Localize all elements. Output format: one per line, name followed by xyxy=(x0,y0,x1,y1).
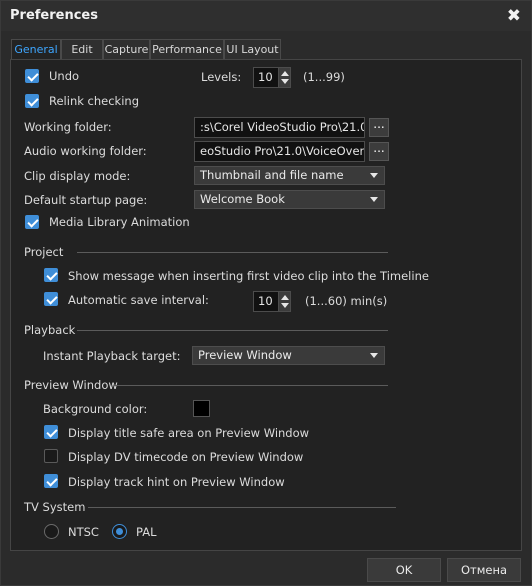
track-hint-checkbox[interactable] xyxy=(44,474,58,488)
spin-up-icon[interactable] xyxy=(281,71,289,76)
pal-label: PAL xyxy=(136,525,157,539)
working-folder-field[interactable]: :s\Corel VideoStudio Pro\21.0\ xyxy=(194,117,365,138)
section-divider xyxy=(77,252,388,253)
undo-checkbox[interactable] xyxy=(25,69,39,83)
working-folder-label: Working folder: xyxy=(24,120,112,134)
section-divider xyxy=(114,385,388,386)
audio-folder-browse-button[interactable]: ... xyxy=(369,142,389,161)
chevron-down-icon xyxy=(370,173,378,178)
levels-range: (1...99) xyxy=(303,70,345,84)
preferences-dialog: Preferences ✖ General Edit Capture Perfo… xyxy=(0,0,532,586)
section-divider xyxy=(88,507,396,508)
autosave-spinner[interactable] xyxy=(278,291,291,312)
spin-down-icon[interactable] xyxy=(281,79,289,84)
chevron-down-icon xyxy=(370,353,378,358)
clip-display-label: Clip display mode: xyxy=(24,169,131,183)
spin-down-icon[interactable] xyxy=(281,303,289,308)
show-message-label: Show message when inserting first video … xyxy=(68,269,429,283)
media-library-animation-label: Media Library Animation xyxy=(49,215,190,229)
project-section-title: Project xyxy=(24,245,64,259)
levels-spinner[interactable] xyxy=(278,67,291,88)
clip-display-select[interactable]: Thumbnail and file name xyxy=(194,166,385,185)
ntsc-label: NTSC xyxy=(68,525,99,539)
dv-timecode-checkbox[interactable] xyxy=(44,449,58,463)
title-safe-label: Display title safe area on Preview Windo… xyxy=(68,426,310,440)
tab-general[interactable]: General xyxy=(11,39,61,60)
autosave-value[interactable]: 10 xyxy=(253,291,279,312)
background-color-swatch[interactable] xyxy=(193,400,210,417)
instant-playback-label: Instant Playback target: xyxy=(43,349,181,363)
cancel-button[interactable]: Отмена xyxy=(447,558,521,582)
tv-system-section-title: TV System xyxy=(24,500,86,514)
ntsc-radio[interactable] xyxy=(44,524,59,539)
section-divider xyxy=(77,330,388,331)
startup-page-value: Welcome Book xyxy=(200,192,285,206)
autosave-checkbox[interactable] xyxy=(44,292,58,306)
levels-value[interactable]: 10 xyxy=(253,67,279,88)
chevron-down-icon xyxy=(370,197,378,202)
tab-performance[interactable]: Performance xyxy=(150,39,224,59)
media-library-animation-checkbox[interactable] xyxy=(25,215,39,229)
instant-playback-select[interactable]: Preview Window xyxy=(192,346,385,365)
relink-label: Relink checking xyxy=(49,94,139,108)
dialog-title: Preferences xyxy=(10,8,98,23)
background-color-label: Background color: xyxy=(43,402,148,416)
dv-timecode-label: Display DV timecode on Preview Window xyxy=(68,450,304,464)
startup-page-label: Default startup page: xyxy=(24,193,148,207)
autosave-label: Automatic save interval: xyxy=(68,293,209,307)
ok-button[interactable]: OK xyxy=(367,558,441,582)
startup-page-select[interactable]: Welcome Book xyxy=(194,190,385,209)
show-message-checkbox[interactable] xyxy=(44,268,58,282)
relink-checkbox[interactable] xyxy=(25,94,39,108)
title-safe-checkbox[interactable] xyxy=(44,425,58,439)
clip-display-value: Thumbnail and file name xyxy=(200,168,344,182)
close-icon[interactable]: ✖ xyxy=(507,6,521,26)
autosave-range: (1...60) min(s) xyxy=(305,294,388,308)
title-bar[interactable]: Preferences ✖ xyxy=(1,1,531,31)
preview-section-title: Preview Window xyxy=(24,378,118,392)
spin-up-icon[interactable] xyxy=(281,295,289,300)
audio-folder-label: Audio working folder: xyxy=(24,144,147,158)
track-hint-label: Display track hint on Preview Window xyxy=(68,475,285,489)
instant-playback-value: Preview Window xyxy=(198,348,292,362)
working-folder-browse-button[interactable]: ... xyxy=(369,118,389,137)
audio-folder-field[interactable]: eoStudio Pro\21.0\VoiceOver\ xyxy=(194,141,365,162)
general-panel: Undo Levels: 10 (1...99) Relink checking… xyxy=(10,59,522,551)
tab-capture[interactable]: Capture xyxy=(103,39,150,59)
tab-ui-layout[interactable]: UI Layout xyxy=(224,39,281,59)
pal-radio[interactable] xyxy=(112,524,127,539)
playback-section-title: Playback xyxy=(24,323,76,337)
undo-label: Undo xyxy=(49,69,80,83)
levels-label: Levels: xyxy=(201,70,242,84)
tab-edit[interactable]: Edit xyxy=(61,39,103,59)
